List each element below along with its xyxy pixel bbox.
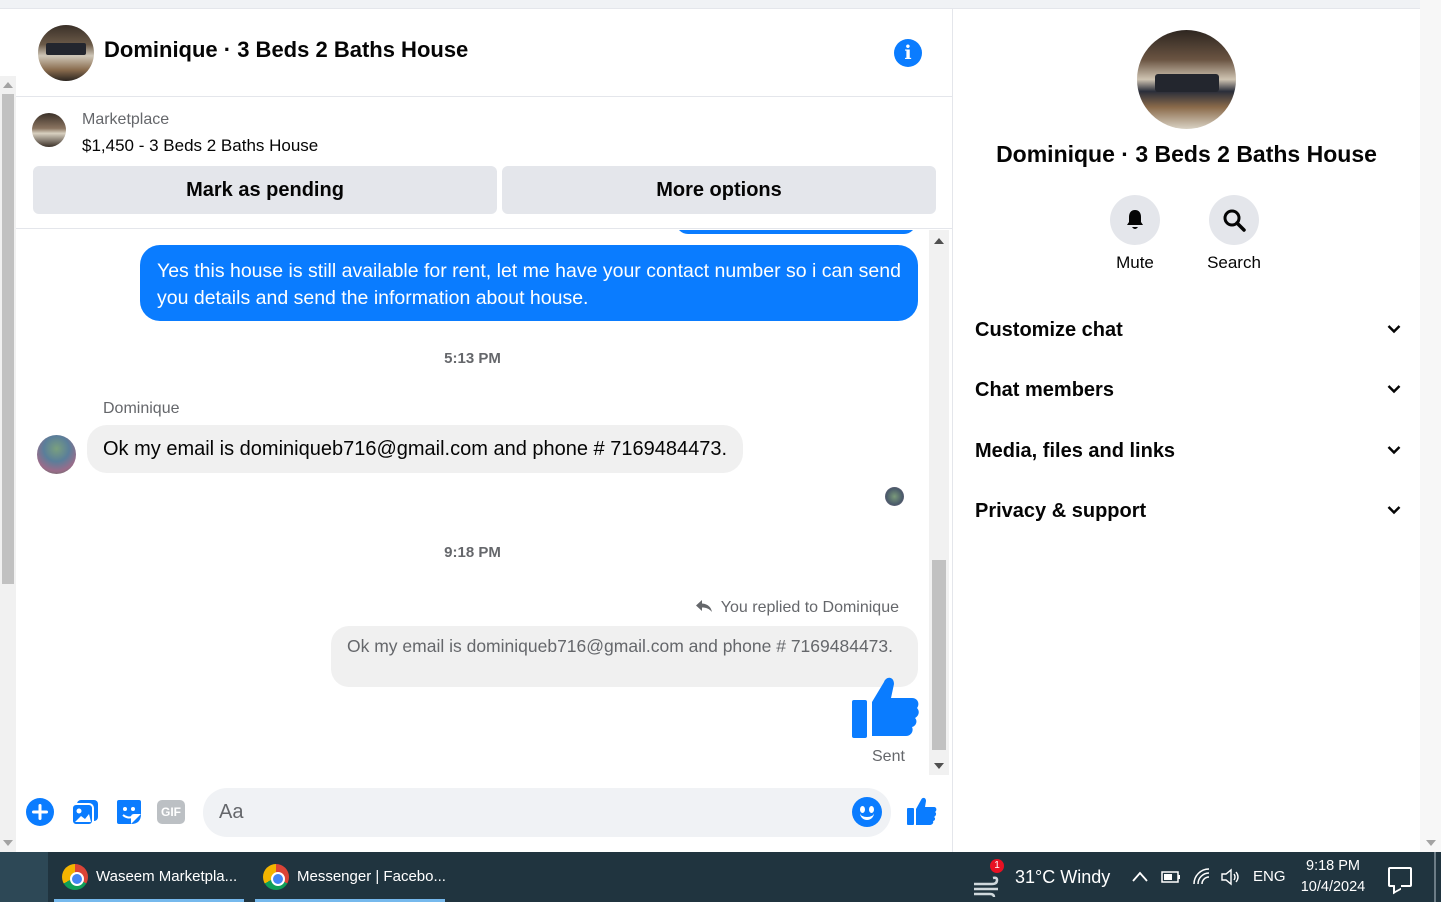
profile-avatar[interactable] [1137,30,1236,129]
marketplace-card: Marketplace $1,450 - 3 Beds 2 Baths Hous… [16,97,953,229]
message-status: Sent [872,748,905,765]
taskbar-app-label: Messenger | Facebo... [297,868,445,885]
chrome-icon [263,864,289,890]
listing-avatar[interactable] [38,25,94,81]
replied-label: You replied to Dominique [720,599,899,616]
scroll-up-arrow-icon[interactable] [934,238,944,244]
sender-name: Dominique [103,400,180,417]
scrollbar-thumb[interactable] [932,560,946,750]
section-label: Privacy & support [975,500,1147,522]
read-receipt-avatar [885,487,904,506]
section-label: Customize chat [975,319,1123,341]
section-customize-chat[interactable]: Customize chat [975,310,1403,350]
bell-icon [1127,210,1143,229]
incoming-message[interactable]: Ok my email is dominiqueb716@gmail.com a… [87,425,744,473]
message-scrollbar[interactable] [929,230,949,775]
photo-icon[interactable] [70,797,100,827]
notification-center-icon[interactable] [1388,867,1412,887]
search-label: Search [1207,253,1261,272]
timestamp: 5:13 PM [444,350,501,367]
emoji-icon[interactable] [852,797,882,827]
listing-thumbnail[interactable] [32,113,66,147]
message-list[interactable]: Yes this house is still available for re… [16,230,929,775]
clock-date: 10/4/2024 [1300,879,1366,895]
more-options-button[interactable]: More options [502,166,936,214]
conversation-info-panel: Dominique · 3 Beds 2 Baths House Mute Se… [953,9,1420,852]
plus-circle-icon[interactable] [25,797,55,827]
clock-time: 9:18 PM [1306,858,1360,874]
quoted-reply-bubble[interactable]: Ok my email is dominiqueb716@gmail.com a… [331,626,918,687]
system-clock[interactable]: 9:18 PM 10/4/2024 [1293,856,1373,898]
listing-price-title[interactable]: $1,450 - 3 Beds 2 Baths House [82,136,318,156]
search-button[interactable]: Search [1194,195,1274,273]
page-scrollbar-right[interactable] [1420,0,1441,852]
language-indicator[interactable]: ENG [1253,852,1286,902]
taskbar-app-label: Waseem Marketpla... [96,868,238,885]
message-input[interactable] [203,788,891,837]
weather-text: 31°C Windy [1015,867,1111,887]
chevron-down-icon [1387,325,1401,334]
timestamp: 9:18 PM [444,544,501,561]
mute-label: Mute [1116,253,1154,272]
outgoing-message[interactable]: Yes this house is still available for re… [140,245,918,321]
marketplace-label: Marketplace [82,111,170,128]
reply-icon [695,600,712,612]
info-icon[interactable]: i [894,39,922,67]
battery-icon[interactable] [1160,868,1182,886]
taskbar-app-chrome-1[interactable]: Waseem Marketpla... [54,852,244,902]
chat-header: Dominique · 3 Beds 2 Baths House i [16,9,953,97]
thumbs-up-icon[interactable] [848,672,920,742]
browser-top-edge [0,0,1420,9]
section-privacy-support[interactable]: Privacy & support [975,491,1403,531]
mute-button[interactable]: Mute [1095,195,1175,273]
taskbar-active-area[interactable] [0,852,48,902]
taskbar-app-chrome-2[interactable]: Messenger | Facebo... [255,852,445,902]
profile-name: Dominique · 3 Beds 2 Baths House [996,141,1377,167]
composer: GIF [16,775,953,852]
chevron-down-icon [1387,506,1401,515]
reply-indicator: You replied to Dominique [695,599,899,617]
scroll-down-arrow-icon[interactable] [3,840,13,846]
weather-alert-badge: 1 [990,859,1004,874]
section-label: Chat members [975,379,1114,401]
wifi-icon[interactable] [1192,867,1212,887]
previous-message-bubble [676,230,916,234]
send-thumbs-up-icon[interactable] [905,795,937,827]
section-label: Media, files and links [975,440,1176,462]
chevron-up-icon[interactable] [1131,869,1149,885]
chat-pane: Dominique · 3 Beds 2 Baths House i Marke… [16,9,953,852]
section-media-files-links[interactable]: Media, files and links [975,431,1403,471]
scrollbar-thumb[interactable] [2,94,14,584]
weather-widget[interactable]: 1 31°C Windy [972,852,1110,902]
sticker-icon[interactable] [114,797,144,827]
scroll-down-arrow-icon[interactable] [1426,840,1436,846]
search-icon [1223,209,1246,232]
speaker-icon[interactable] [1220,868,1240,886]
wind-icon: 1 [972,859,1004,898]
windows-taskbar: Waseem Marketpla... Messenger | Facebo..… [0,852,1441,902]
section-chat-members[interactable]: Chat members [975,370,1403,410]
sender-avatar[interactable] [37,435,76,474]
chevron-down-icon [1387,385,1401,394]
page-scrollbar[interactable] [0,76,16,852]
gif-icon[interactable]: GIF [157,800,185,824]
chrome-icon [62,864,88,890]
chevron-down-icon [1387,446,1401,455]
scroll-up-arrow-icon[interactable] [3,82,13,88]
mark-as-pending-button[interactable]: Mark as pending [33,166,497,214]
show-desktop-edge[interactable] [1434,852,1436,902]
scroll-down-arrow-icon[interactable] [934,763,944,769]
chat-title[interactable]: Dominique · 3 Beds 2 Baths House [104,37,468,63]
